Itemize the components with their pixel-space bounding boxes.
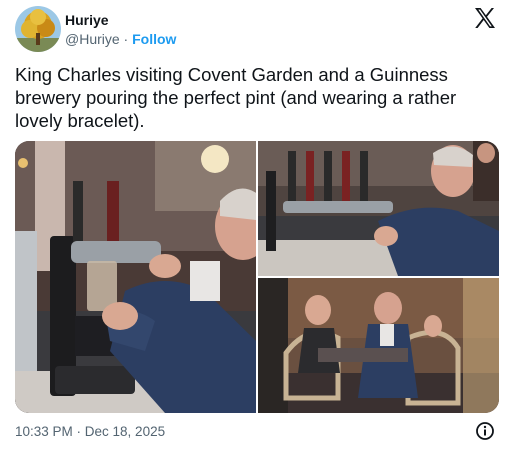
photo-3[interactable] (258, 278, 499, 413)
info-icon[interactable] (475, 421, 495, 441)
x-logo-icon[interactable] (473, 6, 497, 30)
tweet-footer: 10:33 PM · Dec 18, 2025 (15, 421, 497, 443)
media-grid (15, 141, 499, 413)
avatar[interactable] (15, 6, 61, 52)
timestamp[interactable]: 10:33 PM · Dec 18, 2025 (15, 424, 165, 439)
author-handle-row: @Huriye · Follow (65, 31, 176, 47)
author-name[interactable]: Huriye (65, 12, 109, 28)
follow-button[interactable]: Follow (132, 31, 176, 47)
tweet-text: King Charles visiting Covent Garden and … (15, 64, 457, 131)
author-handle[interactable]: @Huriye (65, 31, 120, 47)
photo-1[interactable] (15, 141, 256, 413)
tweet-header: Huriye @Huriye · Follow (15, 6, 497, 54)
separator: · (119, 31, 133, 47)
tweet-card: Huriye @Huriye · Follow King Charles vis… (0, 0, 512, 450)
photo-2[interactable] (258, 141, 499, 276)
